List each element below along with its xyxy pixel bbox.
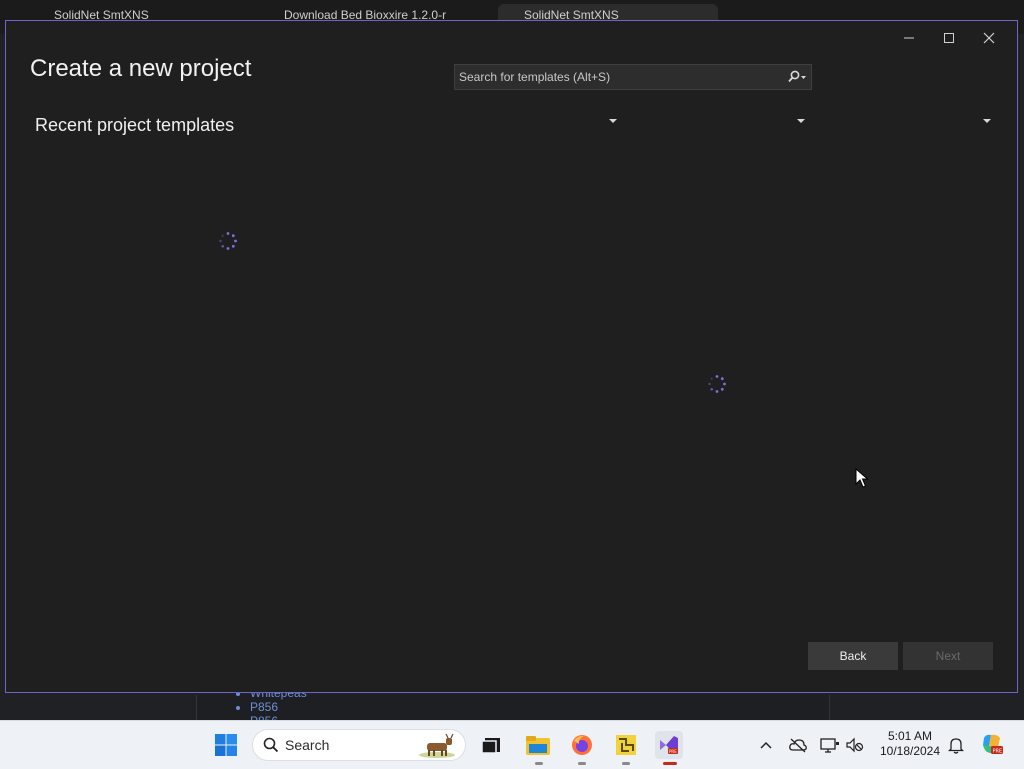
minimize-icon[interactable]	[889, 27, 929, 49]
loading-spinner-icon	[707, 374, 727, 394]
taskbar-search-box[interactable]: Search	[252, 729, 466, 761]
window-controls	[889, 27, 1009, 49]
active-app-indicator	[663, 762, 677, 765]
template-search-box[interactable]	[454, 64, 812, 90]
next-button[interactable]: Next	[903, 642, 993, 670]
search-highlight-illustration-icon	[417, 733, 457, 763]
platform-filter-dropdown[interactable]	[795, 115, 807, 127]
network-icon[interactable]	[820, 735, 840, 755]
browser-link[interactable]: P856	[250, 700, 307, 714]
running-indicator	[578, 762, 586, 765]
volume-muted-icon[interactable]	[845, 735, 865, 755]
clock-time: 5:01 AM	[887, 729, 933, 743]
mouse-cursor-icon	[855, 467, 869, 492]
loading-spinner-icon	[218, 231, 238, 251]
taskbar-search-label: Search	[285, 737, 330, 753]
file-explorer-icon[interactable]	[524, 731, 552, 759]
clock-date: 10/18/2024	[879, 744, 941, 758]
running-indicator	[535, 762, 543, 765]
search-icon	[263, 737, 279, 753]
recent-templates-heading: Recent project templates	[35, 115, 235, 135]
create-project-dialog: Create a new project Recent project temp…	[5, 20, 1018, 693]
taskbar: Search PRE 5:01 AM 10/18/2024 PRE	[0, 720, 1024, 769]
cloud-offline-icon[interactable]	[788, 735, 808, 755]
app-icon[interactable]	[612, 731, 640, 759]
chevron-down-icon	[797, 118, 805, 123]
back-button[interactable]: Back	[808, 642, 898, 670]
notifications-icon[interactable]	[946, 735, 966, 755]
visual-studio-preview-icon[interactable]: PRE	[655, 731, 683, 759]
task-view-icon[interactable]	[477, 731, 505, 759]
running-indicator	[622, 762, 630, 765]
close-icon[interactable]	[969, 27, 1009, 49]
page-title: Create a new project	[30, 55, 252, 82]
chevron-down-icon	[609, 118, 617, 123]
svg-text:PRE: PRE	[993, 749, 1003, 755]
template-search-input[interactable]	[455, 69, 783, 85]
chevron-down-icon	[983, 118, 991, 123]
maximize-icon[interactable]	[929, 27, 969, 49]
copilot-icon[interactable]: PRE	[980, 732, 1004, 756]
system-clock[interactable]: 5:01 AM 10/18/2024	[874, 729, 946, 759]
firefox-icon[interactable]	[568, 731, 596, 759]
search-icon[interactable]	[783, 70, 811, 84]
project-type-filter-dropdown[interactable]	[981, 115, 993, 127]
chevron-up-icon[interactable]	[756, 735, 776, 755]
windows-start-icon[interactable]	[212, 731, 240, 759]
language-filter-dropdown[interactable]	[607, 115, 619, 127]
svg-text:PRE: PRE	[669, 749, 677, 754]
